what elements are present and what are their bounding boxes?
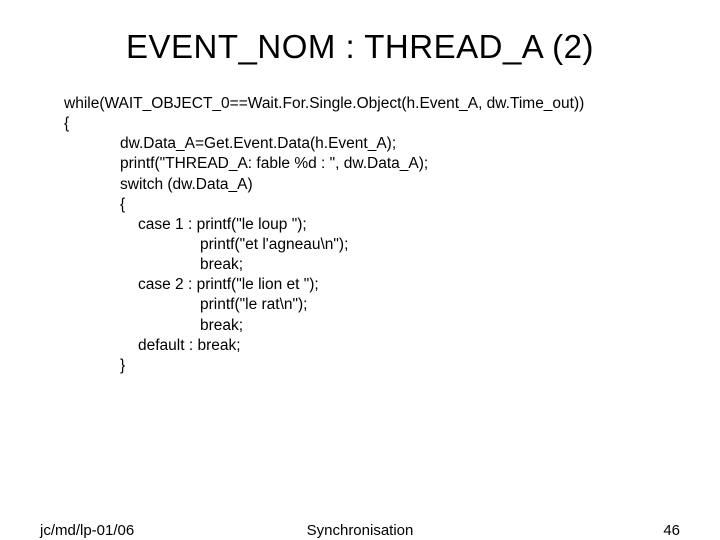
code-line: printf("et l'agneau\n"); bbox=[64, 235, 680, 255]
code-line: break; bbox=[64, 255, 680, 275]
code-block: while(WAIT_OBJECT_0==Wait.For.Single.Obj… bbox=[40, 94, 680, 376]
code-line: { bbox=[64, 195, 680, 215]
code-line: dw.Data_A=Get.Event.Data(h.Event_A); bbox=[64, 134, 680, 154]
code-line: } bbox=[64, 356, 680, 376]
code-line: printf("THREAD_A: fable %d : ", dw.Data_… bbox=[64, 154, 680, 174]
code-line: while(WAIT_OBJECT_0==Wait.For.Single.Obj… bbox=[64, 94, 680, 114]
slide: EVENT_NOM : THREAD_A (2) while(WAIT_OBJE… bbox=[0, 0, 720, 540]
code-line: case 1 : printf("le loup "); bbox=[64, 215, 680, 235]
code-line: printf("le rat\n"); bbox=[64, 295, 680, 315]
footer-center: Synchronisation bbox=[0, 522, 720, 539]
code-line: break; bbox=[64, 316, 680, 336]
footer-right: 46 bbox=[663, 522, 680, 539]
code-line: case 2 : printf("le lion et "); bbox=[64, 275, 680, 295]
code-line: default : break; bbox=[64, 336, 680, 356]
slide-title: EVENT_NOM : THREAD_A (2) bbox=[40, 28, 680, 66]
code-line: { bbox=[64, 114, 680, 134]
code-line: switch (dw.Data_A) bbox=[64, 175, 680, 195]
